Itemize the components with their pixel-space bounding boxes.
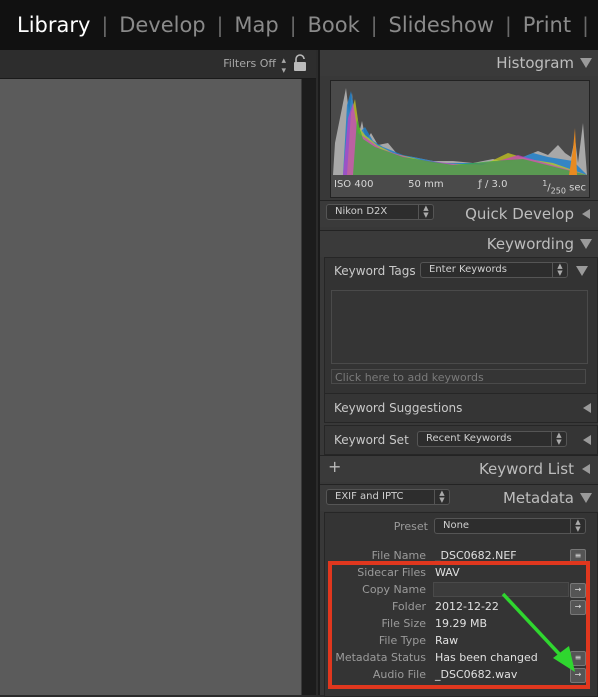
shutter-numerator: 1 bbox=[542, 178, 548, 188]
keywording-title: Keywording bbox=[486, 235, 574, 253]
collapse-triangle-icon[interactable] bbox=[576, 266, 588, 276]
popup-arrows-icon: ▲ ▼ bbox=[570, 519, 585, 533]
histogram-graph bbox=[333, 88, 587, 175]
expand-triangle-icon[interactable] bbox=[582, 464, 590, 474]
expand-triangle-icon[interactable] bbox=[582, 209, 590, 219]
histogram[interactable]: ISO 400 50 mm ƒ / 3.0 1/250 sec bbox=[330, 80, 590, 198]
histogram-header[interactable]: Histogram bbox=[320, 50, 598, 76]
expand-triangle-icon[interactable] bbox=[583, 435, 591, 445]
saved-preset-value: Nikon D2X bbox=[335, 206, 388, 217]
nav-separator: | bbox=[505, 13, 512, 37]
module-web[interactable]: We bbox=[589, 13, 598, 37]
keyword-list-title: Keyword List bbox=[478, 460, 574, 478]
exif-summary: ISO 400 50 mm ƒ / 3.0 1/250 sec bbox=[334, 179, 586, 195]
metadata-view-value: EXIF and IPTC bbox=[335, 491, 404, 502]
collapse-triangle-icon[interactable] bbox=[580, 239, 592, 249]
keyword-set-popup[interactable]: Recent Keywords ▲ ▼ bbox=[417, 431, 567, 447]
nav-separator: | bbox=[582, 13, 589, 37]
quick-develop-title: Quick Develop bbox=[465, 205, 574, 223]
metadata-header[interactable]: EXIF and IPTC ▲ ▼ Metadata bbox=[320, 484, 598, 511]
focal-length: 50 mm bbox=[408, 178, 444, 190]
library-grid-panel: Filters Off ▴ ▾ bbox=[0, 50, 316, 695]
module-book[interactable]: Book bbox=[296, 13, 370, 37]
iso-value: ISO 400 bbox=[334, 178, 374, 190]
metadata-preset-popup[interactable]: None ▲ ▼ bbox=[434, 518, 586, 534]
collapse-triangle-icon[interactable] bbox=[580, 493, 592, 503]
keyword-set-label: Keyword Set bbox=[334, 433, 409, 447]
module-slideshow[interactable]: Slideshow bbox=[377, 13, 505, 37]
lock-icon[interactable] bbox=[292, 54, 308, 72]
metadata-view-popup[interactable]: EXIF and IPTC ▲ ▼ bbox=[326, 489, 450, 505]
metadata-preset-value: None bbox=[443, 520, 470, 531]
nav-separator: | bbox=[289, 13, 297, 37]
keyword-set-value: Recent Keywords bbox=[426, 433, 512, 444]
keyword-tags-value: Enter Keywords bbox=[429, 264, 507, 275]
nav-separator: | bbox=[216, 13, 224, 37]
add-keywords-field[interactable]: Click here to add keywords bbox=[331, 369, 586, 384]
module-picker: Library | Develop | Map | Book | Slidesh… bbox=[0, 0, 598, 50]
keywording-header[interactable]: Keywording bbox=[320, 230, 598, 257]
annotation-arrow-icon bbox=[501, 592, 575, 672]
module-library[interactable]: Library bbox=[0, 13, 101, 37]
keyword-suggestions-label: Keyword Suggestions bbox=[334, 401, 463, 415]
keyword-tags-label: Keyword Tags bbox=[334, 264, 416, 278]
popup-arrows-icon: ▲ ▼ bbox=[551, 432, 566, 446]
keyword-list-header[interactable]: + Keyword List bbox=[320, 455, 598, 482]
keywords-text-area[interactable] bbox=[331, 290, 588, 364]
shutter-denominator: 250 bbox=[550, 186, 566, 195]
popup-arrows-icon: ▲ ▼ bbox=[434, 490, 449, 504]
collapse-triangle-icon[interactable] bbox=[580, 58, 592, 68]
grid-view[interactable] bbox=[0, 79, 301, 695]
saved-preset-popup[interactable]: Nikon D2X ▲ ▼ bbox=[326, 204, 434, 220]
shutter-unit: sec bbox=[569, 182, 586, 193]
add-keyword-icon[interactable]: + bbox=[328, 457, 341, 476]
quick-develop-header[interactable]: Nikon D2X ▲ ▼ Quick Develop bbox=[320, 200, 598, 227]
keyword-suggestions-row[interactable]: Keyword Suggestions bbox=[324, 393, 598, 423]
nav-separator: | bbox=[101, 13, 109, 37]
module-map[interactable]: Map bbox=[223, 13, 289, 37]
updown-arrows-icon[interactable]: ▴ ▾ bbox=[281, 56, 286, 76]
module-print[interactable]: Print bbox=[512, 13, 582, 37]
module-develop[interactable]: Develop bbox=[108, 13, 216, 37]
histogram-title: Histogram bbox=[496, 54, 574, 72]
filters-dropdown[interactable]: Filters Off bbox=[223, 57, 276, 70]
aperture-value: ƒ / 3.0 bbox=[478, 178, 508, 190]
preset-label: Preset bbox=[393, 520, 428, 533]
library-filter-bar: Filters Off ▴ ▾ bbox=[0, 50, 316, 79]
popup-arrows-icon: ▲ ▼ bbox=[552, 263, 567, 277]
popup-arrows-icon: ▲ ▼ bbox=[418, 205, 433, 219]
expand-triangle-icon[interactable] bbox=[583, 403, 591, 413]
keyword-tags-popup[interactable]: Enter Keywords ▲ ▼ bbox=[420, 262, 568, 278]
nav-separator: | bbox=[370, 13, 378, 37]
grid-scrollbar[interactable] bbox=[302, 79, 316, 695]
keyword-set-row: Keyword Set Recent Keywords ▲ ▼ bbox=[324, 425, 598, 455]
shutter-speed: 1/250 sec bbox=[542, 178, 586, 195]
metadata-title: Metadata bbox=[502, 489, 574, 507]
